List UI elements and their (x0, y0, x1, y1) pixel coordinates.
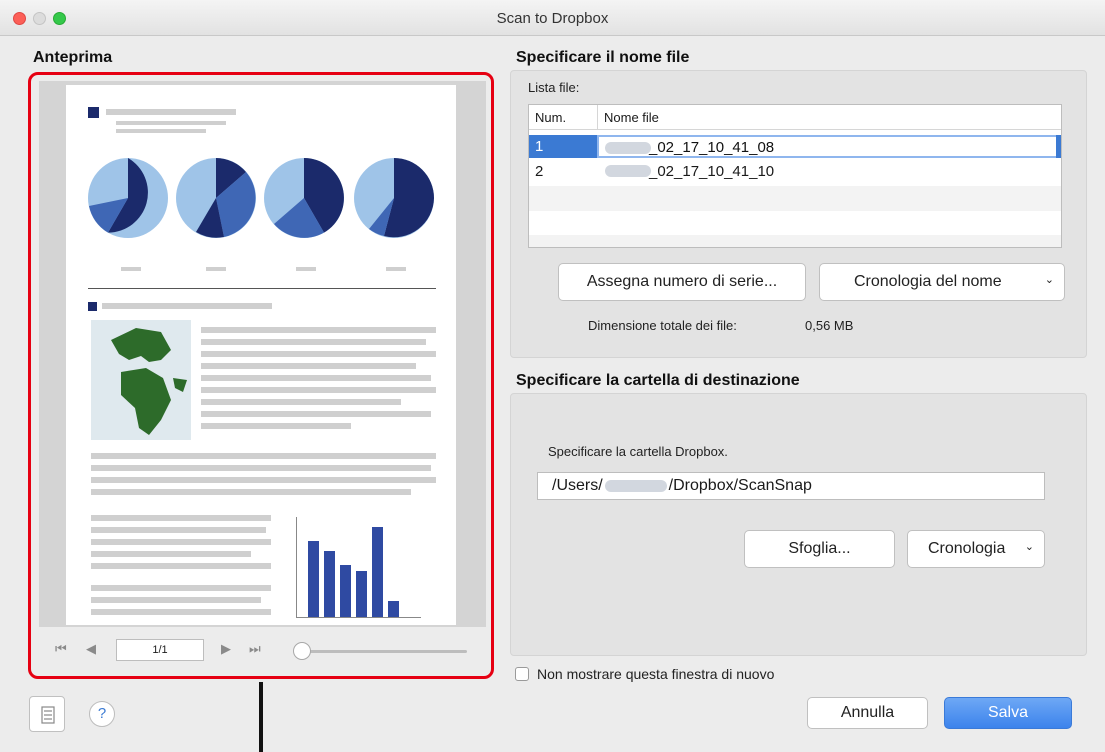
name-history-select[interactable]: Cronologia del nome ⌄ (819, 263, 1065, 301)
column-header-num[interactable]: Num. (535, 110, 566, 125)
table-row-empty (529, 186, 1061, 211)
title-bar: Scan to Dropbox (0, 0, 1105, 36)
table-scroll-indicator (1056, 135, 1061, 158)
destination-group (510, 393, 1087, 656)
cancel-button[interactable]: Annulla (807, 697, 928, 729)
menu-list-icon (41, 706, 55, 724)
menu-list-button[interactable] (29, 696, 65, 732)
row-number: 1 (535, 138, 544, 155)
page-pie-charts (88, 158, 434, 238)
page-map-image (91, 320, 191, 440)
chevron-down-icon: ⌄ (1024, 541, 1034, 553)
path-prefix: /Users/ (552, 477, 603, 494)
dont-show-again-label: Non mostrare questa finestra di nuovo (537, 666, 775, 682)
dont-show-again-checkbox[interactable] (515, 667, 529, 681)
table-row[interactable]: 1 _02_17_10_41_08 (529, 135, 1061, 158)
help-button[interactable]: ? (89, 701, 115, 727)
scan-to-dropbox-window: Scan to Dropbox Anteprima ⏮ ◀ 1/1 ▶ ⏭ Sp… (0, 0, 1105, 752)
column-header-name[interactable]: Nome file (604, 110, 659, 125)
page-bar-chart (286, 517, 426, 622)
preview-heading: Anteprima (33, 49, 113, 66)
preview-navigation: ⏮ ◀ 1/1 ▶ ⏭ (31, 635, 491, 671)
assign-serial-number-button[interactable]: Assegna numero di serie... (558, 263, 806, 301)
total-size-value: 0,56 MB (805, 318, 854, 333)
scanned-page-thumbnail (66, 85, 456, 625)
preview-area[interactable] (39, 81, 486, 627)
dropbox-folder-path-field[interactable]: /Users/ /Dropbox/ScanSnap (537, 472, 1045, 500)
callout-pointer-line (259, 682, 263, 752)
table-row-empty (529, 235, 1061, 247)
page-number-field[interactable]: 1/1 (116, 639, 204, 661)
redacted-name-prefix (605, 165, 651, 177)
total-size-label: Dimensione totale dei file: (588, 318, 737, 333)
file-name-heading: Specificare il nome file (516, 49, 690, 66)
window-title: Scan to Dropbox (496, 10, 609, 27)
zoom-slider-track[interactable] (297, 650, 467, 653)
destination-history-select[interactable]: Cronologia ⌄ (907, 530, 1045, 568)
triangle-right-icon[interactable]: ▶ (221, 641, 231, 657)
triangle-left-icon[interactable]: ◀ (86, 641, 96, 657)
redacted-name-prefix (605, 142, 651, 154)
file-list-header: Num. Nome file (529, 105, 1061, 130)
table-row-empty (529, 211, 1061, 235)
file-name-value: _02_17_10_41_10 (649, 163, 775, 180)
redacted-username (604, 479, 667, 492)
path-suffix: /Dropbox/ScanSnap (668, 477, 812, 494)
zoom-slider-knob[interactable] (293, 642, 311, 660)
skip-first-icon[interactable]: ⏮ (55, 641, 67, 657)
table-row[interactable]: 2 _02_17_10_41_10 (529, 160, 1061, 183)
destination-heading: Specificare la cartella di destinazione (516, 372, 800, 389)
dropbox-folder-label: Specificare la cartella Dropbox. (548, 444, 728, 459)
skip-last-icon[interactable]: ⏭ (249, 641, 261, 657)
file-name-edit-field[interactable]: _02_17_10_41_08 (597, 135, 1059, 158)
page-heading-square (88, 107, 99, 118)
save-button[interactable]: Salva (944, 697, 1072, 729)
preview-panel: ⏮ ◀ 1/1 ▶ ⏭ (28, 72, 494, 679)
file-list-label: Lista file: (528, 80, 580, 95)
name-history-label: Cronologia del nome (854, 273, 1002, 290)
browse-button[interactable]: Sfoglia... (744, 530, 895, 568)
row-number: 2 (535, 163, 544, 180)
file-list-table: Num. Nome file 1 _02_17_10_41_08 2 _02_1… (528, 104, 1062, 248)
chevron-down-icon: ⌄ (1044, 274, 1054, 286)
file-name-value: _02_17_10_41_08 (649, 139, 775, 156)
destination-history-label: Cronologia (928, 540, 1006, 557)
